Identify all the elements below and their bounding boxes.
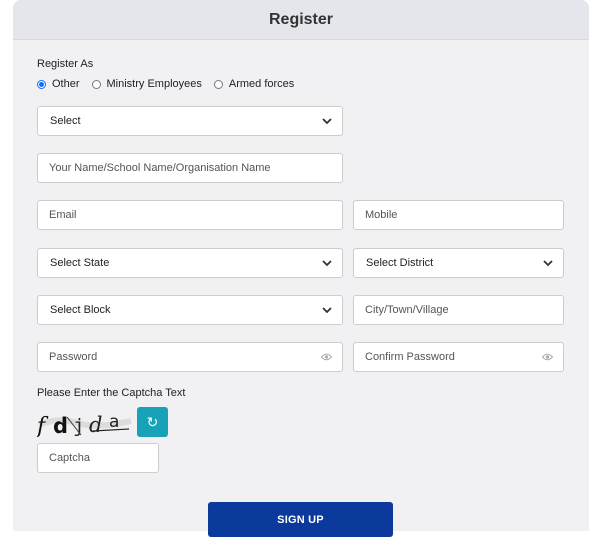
chevron-down-icon [322,116,332,126]
block-select-value: Select Block [50,304,111,316]
name-input[interactable]: Your Name/School Name/Organisation Name [37,153,343,183]
eye-icon[interactable] [542,353,553,361]
radio-option-ministry-employees[interactable]: Ministry Employees [91,78,202,90]
signup-button[interactable]: SIGN UP [208,502,393,537]
captcha-label: Please Enter the Captcha Text [37,387,186,399]
register-as-label: Register As [37,58,94,70]
radio-option-armed-forces[interactable]: Armed forces [213,78,295,90]
district-select[interactable]: Select District [353,248,564,278]
radio-option-other[interactable]: Other [37,78,80,90]
refresh-icon: ↻ [146,413,159,430]
email-input[interactable]: Email [37,200,343,230]
svg-text:j: j [73,415,84,437]
mobile-input-placeholder: Mobile [365,209,398,221]
category-select-value: Select [50,115,81,127]
confirm-password-input-placeholder: Confirm Password [365,351,455,363]
block-select[interactable]: Select Block [37,295,343,325]
register-as-radio-group: Other Ministry Employees Armed forces [37,77,306,91]
captcha-input-placeholder: Captcha [49,452,90,464]
state-select-value: Select State [50,257,110,269]
page-title: Register [268,10,334,28]
email-input-placeholder: Email [49,209,77,221]
mobile-input[interactable]: Mobile [353,200,564,230]
password-input[interactable]: Password [37,342,343,372]
svg-text:a: a [109,412,119,432]
chevron-down-icon [322,258,332,268]
state-select[interactable]: Select State [37,248,343,278]
captcha-input[interactable]: Captcha [37,443,159,473]
captcha-image: f d j d a [37,409,133,437]
radio-label-other: Other [52,78,80,90]
chevron-down-icon [543,258,553,268]
chevron-down-icon [322,305,332,315]
panel-header: Register [13,0,589,40]
confirm-password-input[interactable]: Confirm Password [353,342,564,372]
category-select[interactable]: Select [37,106,343,136]
city-input[interactable]: City/Town/Village [353,295,564,325]
captcha-refresh-button[interactable]: ↻ [137,407,168,437]
eye-icon[interactable] [321,353,332,361]
radio-label-ministry-employees: Ministry Employees [106,78,202,90]
name-input-placeholder: Your Name/School Name/Organisation Name [49,162,271,174]
radio-button-other[interactable] [37,79,46,89]
city-input-placeholder: City/Town/Village [365,304,449,316]
radio-label-armed-forces: Armed forces [228,78,295,90]
svg-text:d: d [89,413,102,437]
password-input-placeholder: Password [49,351,98,363]
radio-button-armed-forces[interactable] [213,79,223,89]
district-select-value: Select District [366,257,434,269]
svg-text:d: d [53,414,68,437]
radio-button-ministry-employees[interactable] [91,79,101,89]
